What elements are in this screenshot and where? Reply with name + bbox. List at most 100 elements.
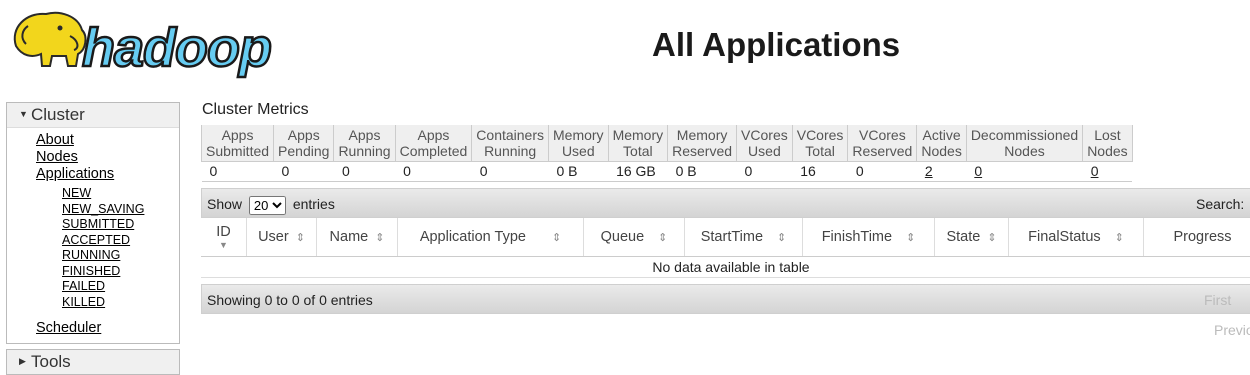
metrics-header-cell: Apps Completed	[394, 125, 473, 162]
metrics-value-cell: 16 GB	[608, 161, 668, 182]
empty-table-message: No data available in table	[201, 257, 1250, 278]
metrics-header-line2: Nodes	[921, 143, 962, 159]
nav-state-accepted-link[interactable]: ACCEPTED	[62, 233, 179, 249]
nav-state-killed-link[interactable]: KILLED	[62, 295, 179, 311]
nav-scheduler-link[interactable]: Scheduler	[36, 320, 179, 337]
table-info-text: Showing 0 to 0 of 0 entries	[207, 292, 373, 308]
sort-both-icon: ⇕	[987, 231, 997, 244]
col-queue-header[interactable]: Queue ⇕	[584, 218, 685, 256]
metrics-header-cell: VCores Reserved	[847, 125, 918, 162]
page-size-select[interactable]: 20	[248, 195, 286, 215]
metrics-value-cell[interactable]: 2	[916, 161, 967, 182]
nav-state-new-link[interactable]: NEW	[62, 186, 179, 202]
sort-both-icon: ⇕	[658, 231, 668, 244]
nav-state-failed-link[interactable]: FAILED	[62, 279, 179, 295]
metrics-value: 0 B	[556, 163, 578, 179]
col-starttime-label: StartTime	[700, 229, 764, 245]
metrics-value: 0	[209, 163, 218, 179]
nav-applications-link[interactable]: Applications	[36, 166, 179, 183]
metrics-header-cell: VCores Total	[791, 125, 849, 162]
metrics-header-line1: VCores	[796, 127, 844, 143]
metrics-header-line2: Running	[484, 143, 537, 159]
page-title: All Applications	[652, 26, 901, 63]
sort-both-icon: ⇕	[295, 231, 305, 244]
metrics-value: 16	[800, 163, 816, 179]
cluster-metrics-title: Cluster Metrics	[202, 101, 309, 118]
metrics-header-line2: Submitted	[206, 143, 270, 159]
col-finalstatus-header[interactable]: FinalStatus ⇕	[1009, 218, 1144, 256]
sort-both-icon: ⇕	[777, 231, 787, 244]
metrics-value-cell: 0 B	[667, 161, 737, 182]
metrics-header-cell: Decommissioned Nodes	[965, 125, 1084, 162]
metrics-value-link[interactable]: 0	[1091, 163, 1099, 179]
nav-nodes-link[interactable]: Nodes	[36, 149, 179, 166]
nav-state-new-saving-link[interactable]: NEW_SAVING	[62, 202, 179, 218]
metrics-header-cell: Apps Submitted	[200, 125, 275, 162]
nav-about-link[interactable]: About	[36, 132, 179, 149]
metrics-header-line1: Containers	[476, 127, 544, 143]
triangle-right-icon: ▶	[19, 355, 26, 366]
metrics-header-line1: Lost	[1094, 127, 1121, 143]
previous-page-button[interactable]: Previous	[1214, 322, 1250, 338]
metrics-header-cell: Lost Nodes	[1082, 125, 1133, 162]
sort-both-icon: ⇕	[375, 231, 385, 244]
hadoop-elephant-logo: hadoop	[13, 11, 273, 79]
metrics-header-line1: Memory	[612, 127, 664, 143]
metrics-header-cell: Memory Used	[548, 125, 609, 162]
col-id-header[interactable]: ID ▼	[201, 218, 247, 256]
applications-table: Show 20 entries Search: ID ▼ User ⇕ Name ⇕ …	[201, 188, 1250, 338]
nav-state-finished-link[interactable]: FINISHED	[62, 264, 179, 280]
pagination: First Previous	[1204, 285, 1250, 345]
metrics-header-line2: Completed	[399, 143, 468, 159]
nav-state-submitted-link[interactable]: SUBMITTED	[62, 217, 179, 233]
metrics-value-cell[interactable]: 0	[1082, 161, 1133, 182]
sort-both-icon: ⇕	[551, 231, 562, 244]
metrics-value-cell: 16	[792, 161, 848, 182]
first-page-button[interactable]: First	[1204, 292, 1231, 308]
metrics-value-cell: 0	[333, 161, 396, 182]
metrics-header-line2: Used	[748, 143, 781, 159]
cluster-section: ▼ Cluster About Nodes Applications NEW NE…	[6, 102, 180, 344]
col-name-header[interactable]: Name ⇕	[317, 218, 398, 256]
col-finishtime-label: FinishTime	[821, 229, 893, 245]
metrics-header-line2: Nodes	[1004, 143, 1045, 159]
col-state-label: State	[946, 229, 981, 245]
metrics-header-line1: Memory	[676, 127, 728, 143]
sort-desc-icon: ▼	[219, 240, 228, 250]
metrics-header-line1: Decommissioned	[970, 127, 1079, 143]
nav-state-running-link[interactable]: RUNNING	[62, 248, 179, 264]
show-label: Show	[207, 196, 243, 212]
col-finishtime-header[interactable]: FinishTime ⇕	[803, 218, 935, 256]
col-progress-header[interactable]: Progress	[1144, 218, 1250, 256]
metrics-header-cell: Apps Pending	[273, 125, 335, 162]
col-id-label: ID	[216, 224, 231, 240]
tools-section: ▶ Tools	[6, 349, 180, 375]
col-user-header[interactable]: User ⇕	[247, 218, 317, 256]
sort-both-icon: ⇕	[906, 231, 916, 244]
metrics-value-link[interactable]: 2	[925, 163, 933, 179]
col-starttime-header[interactable]: StartTime ⇕	[685, 218, 803, 256]
cluster-label: Cluster	[31, 105, 85, 124]
metrics-header-line1: Apps	[417, 127, 450, 143]
metrics-value-cell: 0	[736, 161, 793, 182]
col-state-header[interactable]: State ⇕	[935, 218, 1009, 256]
cluster-toggle[interactable]: ▼ Cluster	[7, 103, 179, 128]
metrics-header-line2: Used	[561, 143, 595, 159]
metrics-value-cell[interactable]: 0	[966, 161, 1083, 182]
col-application-type-label: Application Type	[419, 229, 526, 245]
metrics-header-cell: Apps Running	[333, 125, 396, 162]
metrics-header-line1: Active	[922, 127, 961, 143]
metrics-header-line1: Apps	[348, 127, 381, 143]
col-application-type-header[interactable]: Application Type ⇕	[398, 218, 584, 256]
col-user-label: User	[258, 229, 289, 245]
metrics-value: 0 B	[675, 163, 697, 179]
tools-toggle[interactable]: ▶ Tools	[7, 350, 179, 374]
col-progress-label: Progress	[1173, 229, 1232, 245]
metrics-header-line1: Memory	[553, 127, 604, 143]
metrics-header-cell: Memory Reserved	[667, 125, 738, 162]
cluster-metrics-table: Apps Submitted Apps Pending Apps Running Apps C…	[200, 125, 1133, 182]
hadoop-logo[interactable]: hadoop	[8, 6, 308, 80]
metrics-value-link[interactable]: 0	[974, 163, 982, 179]
metrics-header-line2: Nodes	[1087, 143, 1128, 159]
metrics-value: 16 GB	[616, 163, 656, 179]
